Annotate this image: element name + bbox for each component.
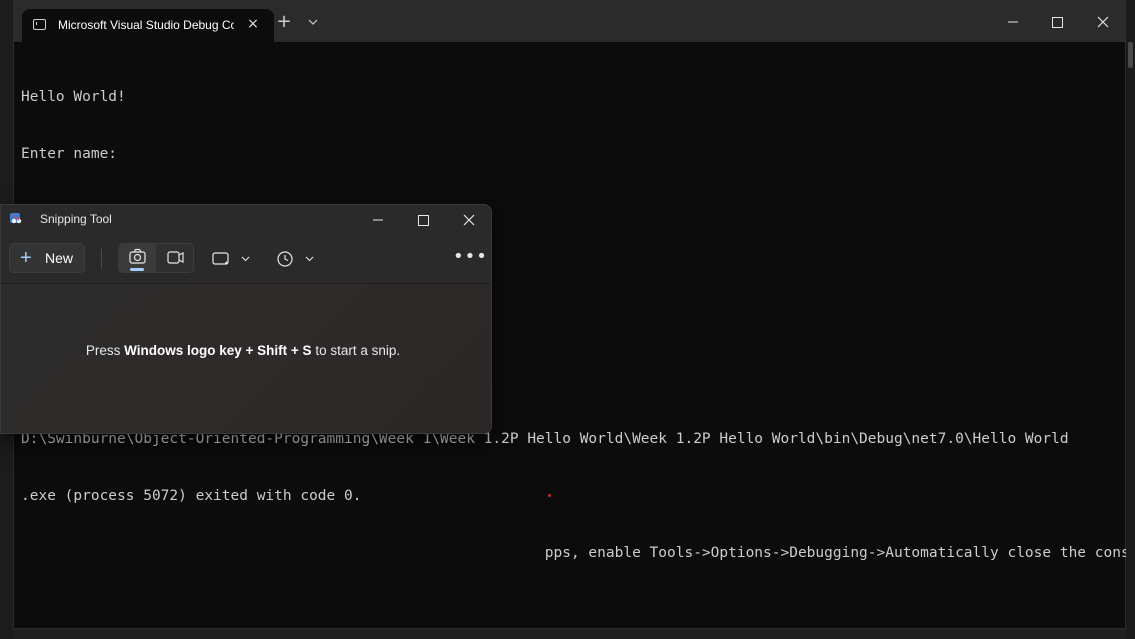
screenshot-mode-button[interactable] <box>119 244 156 272</box>
new-snip-button[interactable]: + New <box>9 243 85 273</box>
hint-suffix: to start a snip. <box>311 343 401 358</box>
snip-hint-text: Press Windows logo key + Shift + S to st… <box>1 343 485 358</box>
terminal-tab-title: Microsoft Visual Studio Debug Console <box>58 18 234 32</box>
snipping-tool-window[interactable]: Snipping Tool + New ••• Press Windows lo… <box>0 204 492 434</box>
desktop: Microsoft Visual Studio Debug Console × … <box>0 0 1135 639</box>
rectangle-snip-icon <box>212 252 250 265</box>
plus-icon: + <box>20 247 32 269</box>
minimize-icon[interactable] <box>1000 9 1026 35</box>
clock-icon <box>277 251 314 267</box>
scrollbar-thumb[interactable] <box>1128 42 1133 68</box>
terminal-line: Hello World! <box>21 89 126 105</box>
background-window-right <box>1126 0 1135 639</box>
terminal-line: pps, enable Tools->Options->Debugging->A… <box>21 545 1135 561</box>
terminal-titlebar[interactable]: Microsoft Visual Studio Debug Console × … <box>14 1 1125 42</box>
close-icon[interactable] <box>1090 9 1116 35</box>
snipping-tool-title: Snipping Tool <box>40 212 112 226</box>
maximize-icon[interactable] <box>1044 9 1070 35</box>
hint-shortcut: Windows logo key + Shift + S <box>124 343 312 358</box>
capture-mode-toggle <box>118 243 194 273</box>
new-tab-icon[interactable]: + <box>274 12 294 32</box>
tab-close-icon[interactable]: × <box>244 15 262 33</box>
terminal-tab[interactable]: Microsoft Visual Studio Debug Console × <box>22 9 274 42</box>
snipping-tool-app-icon <box>9 212 23 226</box>
toolbar-divider <box>101 249 102 269</box>
terminal-line: Enter name: <box>21 146 118 162</box>
cursor-dot <box>548 494 551 497</box>
tab-dropdown-icon[interactable] <box>304 13 322 31</box>
snip-delay-dropdown[interactable] <box>274 247 320 271</box>
more-options-icon[interactable]: ••• <box>453 247 487 271</box>
video-mode-button[interactable] <box>157 244 194 272</box>
maximize-icon[interactable] <box>410 207 436 233</box>
terminal-line: .exe (process 5072) exited with code 0. <box>21 488 362 504</box>
selected-mode-indicator <box>130 268 144 271</box>
video-camera-icon <box>167 251 184 264</box>
new-button-label: New <box>45 250 74 266</box>
snipping-tool-toolbar: + New ••• <box>1 235 491 284</box>
snip-shape-dropdown[interactable] <box>208 247 254 271</box>
snipping-tool-titlebar[interactable]: Snipping Tool <box>1 205 491 235</box>
minimize-icon[interactable] <box>365 207 391 233</box>
snip-canvas: Press Windows logo key + Shift + S to st… <box>1 284 491 433</box>
hint-prefix: Press <box>85 343 125 358</box>
close-icon[interactable] <box>456 207 482 233</box>
console-icon <box>33 19 46 30</box>
